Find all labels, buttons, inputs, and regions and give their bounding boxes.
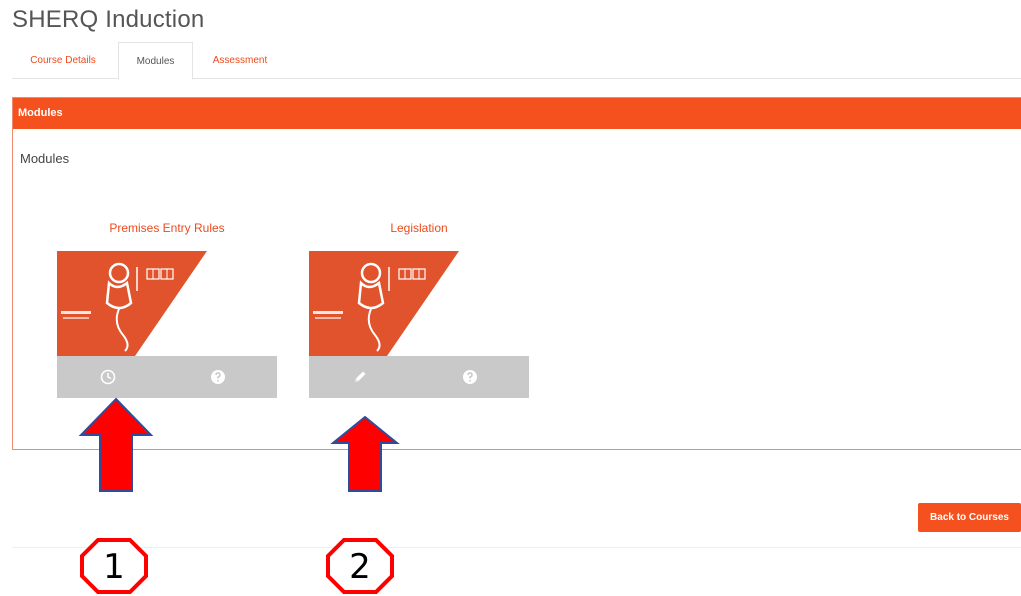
module-action-bar [309, 356, 529, 398]
module-title[interactable]: Premises Entry Rules [57, 218, 277, 238]
back-to-courses-button[interactable]: Back to Courses [918, 503, 1021, 532]
annotation-arrow-up-icon [330, 415, 400, 492]
module-card-premises-entry-rules: Premises Entry Rules [57, 218, 277, 398]
tab-course-details[interactable]: Course Details [12, 42, 114, 79]
annotation-arrow-up-icon [78, 397, 154, 492]
pencil-icon[interactable] [351, 368, 369, 386]
question-icon[interactable] [209, 368, 227, 386]
module-card-legislation: Legislation [309, 218, 529, 398]
module-thumbnail[interactable] [309, 251, 529, 356]
module-logo-image [57, 251, 207, 356]
panel-subtitle: Modules [20, 151, 70, 166]
module-title[interactable]: Legislation [309, 218, 529, 238]
divider [12, 547, 1021, 548]
panel-header: Modules [13, 98, 1021, 129]
annotation-badge-2: 2 [326, 538, 394, 594]
clock-icon[interactable] [99, 368, 117, 386]
question-icon[interactable] [461, 368, 479, 386]
svg-text:1: 1 [103, 547, 125, 587]
tab-bar: Course Details Modules Assessment [12, 42, 1021, 80]
annotation-badge-1: 1 [80, 538, 148, 594]
module-action-bar [57, 356, 277, 398]
tab-modules[interactable]: Modules [118, 42, 193, 80]
modules-panel: Modules Modules Premises Entry Rules Leg… [12, 97, 1021, 450]
module-logo-image [309, 251, 459, 356]
page-title: SHERQ Induction [12, 6, 205, 33]
tab-assessment[interactable]: Assessment [195, 42, 285, 79]
svg-text:2: 2 [349, 547, 371, 587]
module-thumbnail[interactable] [57, 251, 277, 356]
